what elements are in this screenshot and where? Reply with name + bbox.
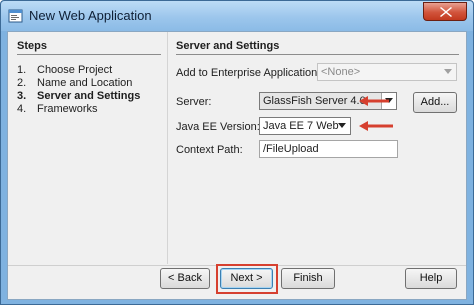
steps-title: Steps <box>17 40 47 52</box>
chevron-down-icon[interactable] <box>335 118 350 134</box>
enterprise-app-select: <None> <box>317 63 457 81</box>
context-path-input[interactable]: /FileUpload <box>259 140 398 158</box>
settings-panel: Server and Settings Add to Enterprise Ap… <box>169 32 466 264</box>
step-frameworks: 4. Frameworks <box>17 103 98 115</box>
help-button[interactable]: Help <box>405 268 457 289</box>
server-label: Server: <box>176 96 212 108</box>
annotation-arrow-icon <box>359 121 393 131</box>
app-icon <box>8 8 24 24</box>
enterprise-app-label: Add to Enterprise Application: <box>176 67 321 79</box>
steps-divider <box>17 54 161 55</box>
chevron-down-icon <box>441 64 456 80</box>
next-button-highlight <box>216 264 278 294</box>
panel-title: Server and Settings <box>176 40 280 52</box>
steps-panel: Steps 1. Choose Project 2. Name and Locati… <box>8 32 168 264</box>
annotation-arrow-icon <box>359 96 389 106</box>
java-ee-version-select[interactable]: Java EE 7 Web <box>259 117 351 135</box>
step-choose-project: 1. Choose Project <box>17 64 113 76</box>
step-server-and-settings: 3. Server and Settings <box>17 90 141 102</box>
close-icon <box>440 7 452 17</box>
add-server-button[interactable]: Add... <box>413 92 457 113</box>
back-button[interactable]: < Back <box>160 268 210 289</box>
panel-divider <box>176 54 459 55</box>
step-name-and-location: 2. Name and Location <box>17 77 133 89</box>
finish-button[interactable]: Finish <box>281 268 335 289</box>
java-ee-version-label: Java EE Version: <box>176 121 260 133</box>
context-path-label: Context Path: <box>176 144 243 156</box>
close-button[interactable] <box>423 2 467 21</box>
title-bar[interactable]: New Web Application <box>1 1 473 31</box>
window-title: New Web Application <box>29 8 152 23</box>
wizard-window: New Web Application Steps 1. Choose Proje… <box>0 0 474 305</box>
wizard-body: Steps 1. Choose Project 2. Name and Locati… <box>7 31 467 300</box>
